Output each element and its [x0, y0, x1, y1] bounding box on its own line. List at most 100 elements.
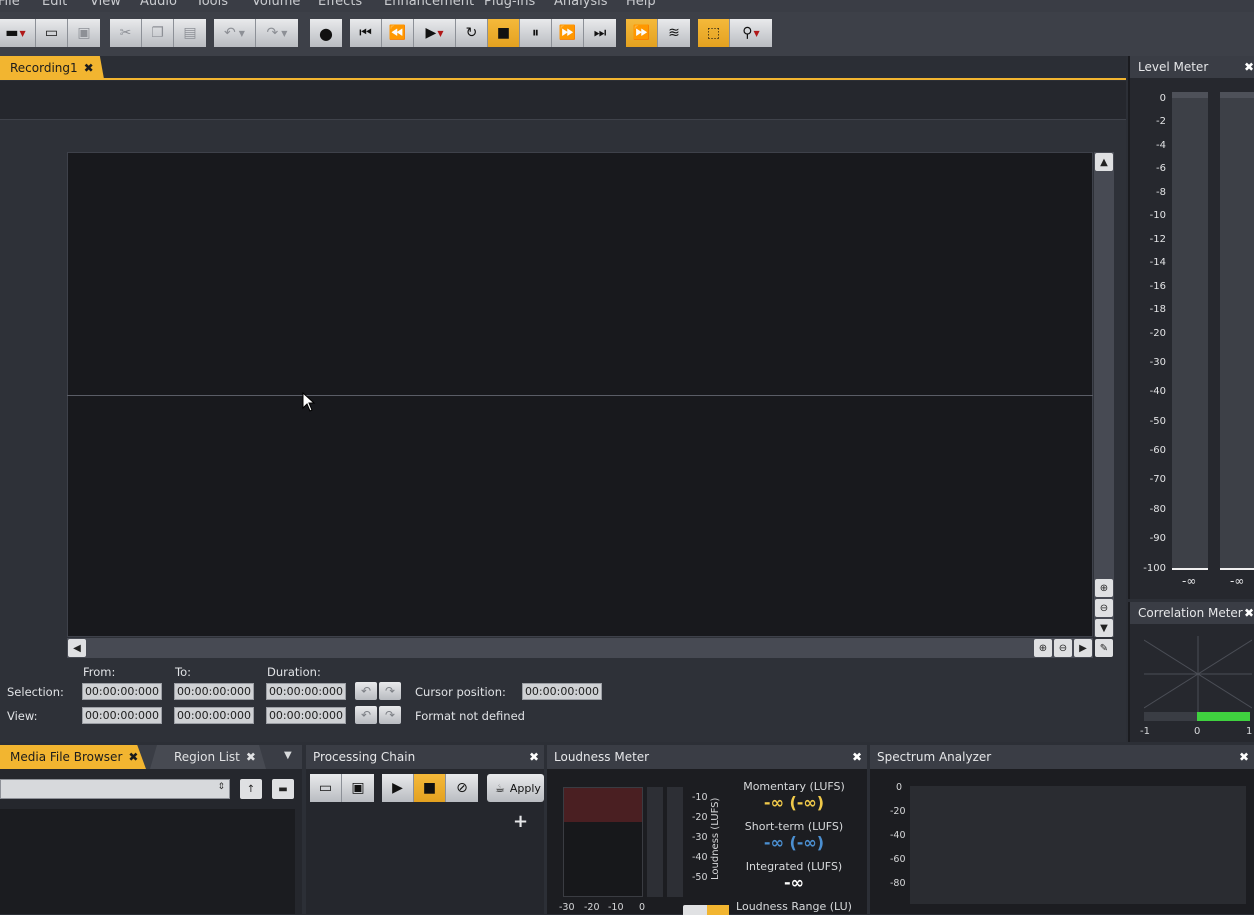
close-icon[interactable]: ✖	[246, 750, 256, 764]
tab-label: Recording1	[10, 60, 78, 75]
browse-folder-button[interactable]: ▬	[272, 779, 294, 799]
selection-redo-button[interactable]: ↷	[379, 682, 401, 700]
close-icon[interactable]: ✖	[529, 750, 539, 764]
close-icon[interactable]: ✖	[128, 750, 138, 764]
menu-tools[interactable]: Tools	[196, 0, 228, 9]
level-tick: -20	[1149, 328, 1166, 339]
stop-button[interactable]: ■	[488, 19, 520, 47]
chain-play-button[interactable]: ▶	[382, 774, 414, 802]
parent-folder-button[interactable]: ↑	[240, 779, 262, 799]
selection-undo-button[interactable]: ↶	[355, 682, 377, 700]
undo-icon: ↶	[360, 684, 372, 698]
open-button[interactable]: ▭	[36, 19, 68, 47]
selection-duration-field[interactable]: 00:00:00:000	[266, 683, 346, 700]
scroll-left-button[interactable]: ◀	[68, 639, 86, 657]
menu-effects[interactable]: Effects	[318, 0, 362, 9]
integrated-value: -∞	[784, 873, 804, 892]
menu-view[interactable]: View	[90, 0, 121, 9]
dropdown-arrow-icon: ▼	[437, 28, 444, 38]
apply-button[interactable]: ☕ Apply	[487, 774, 544, 802]
rewind-button[interactable]: ⏪	[382, 19, 414, 47]
pause-button[interactable]: ⏸	[520, 19, 552, 47]
panel-title: Spectrum Analyzer	[877, 750, 992, 764]
menu-analysis[interactable]: Analysis	[554, 0, 608, 9]
add-effect-icon[interactable]: +	[513, 811, 528, 832]
play-button[interactable]: ▶ ▼	[414, 19, 456, 47]
save-button[interactable]: ▣	[68, 19, 100, 47]
follow-playback-button[interactable]: ⏩	[626, 19, 658, 47]
panel-title: Level Meter	[1138, 60, 1209, 74]
stop-icon: ■	[422, 780, 437, 796]
record-icon: ●	[319, 23, 333, 43]
level-meter-left-channel	[1172, 92, 1208, 570]
zoom-out-vertical-button[interactable]: ⊖	[1095, 599, 1113, 617]
fast-forward-button[interactable]: ⏩	[552, 19, 584, 47]
cut-button[interactable]: ✂	[110, 19, 142, 47]
new-file-button[interactable]: ▬ ▼	[0, 19, 36, 47]
view-redo-button[interactable]: ↷	[379, 706, 401, 724]
selection-to-field[interactable]: 00:00:00:000	[174, 683, 254, 700]
chain-bypass-button[interactable]: ⊘	[446, 774, 478, 802]
zoom-tool-button[interactable]: ⚲ ▼	[730, 19, 772, 47]
new-file-icon: ▬	[5, 25, 19, 41]
chain-stop-button[interactable]: ■	[414, 774, 446, 802]
close-icon[interactable]: ✖	[1239, 750, 1249, 764]
panel-menu-icon[interactable]: ▼	[284, 750, 292, 761]
redo-button[interactable]: ↷ ▼	[256, 19, 298, 47]
undo-button[interactable]: ↶ ▼	[214, 19, 256, 47]
path-combobox[interactable]: ⇕	[0, 779, 230, 799]
view-undo-button[interactable]: ↶	[355, 706, 377, 724]
selection-from-field[interactable]: 00:00:00:000	[82, 683, 162, 700]
menu-audio[interactable]: Audio	[140, 0, 177, 9]
cursor-position-field[interactable]: 00:00:00:000	[522, 683, 602, 700]
zoom-in-vertical-button[interactable]: ⊕	[1095, 579, 1113, 597]
correlation-meter-panel: Correlation Meter ✖ -1 0 1	[1128, 602, 1254, 742]
zoom-out-horizontal-button[interactable]: ⊖	[1054, 639, 1072, 657]
menu-plugins[interactable]: Plug-ins	[484, 0, 535, 9]
tab-recording1[interactable]: Recording1 ✖	[0, 56, 104, 79]
time-ruler	[0, 81, 1126, 120]
scroll-right-button[interactable]: ▶	[1074, 639, 1092, 657]
format-status: Format not defined	[415, 709, 525, 723]
tab-media-file-browser[interactable]: Media File Browser ✖	[0, 745, 146, 769]
horizontal-scrollbar[interactable]: ◀ ⊕ ⊖ ▶	[67, 638, 1093, 658]
scroll-up-button[interactable]: ▲	[1095, 153, 1113, 171]
close-icon[interactable]: ✖	[852, 750, 862, 764]
go-to-end-button[interactable]: ⏭	[584, 19, 616, 47]
waveform-icon: ≋	[668, 25, 680, 41]
momentary-label: Momentary (LUFS)	[743, 780, 845, 793]
close-icon[interactable]: ✖	[1244, 606, 1254, 620]
menu-file[interactable]: File	[0, 0, 20, 9]
record-button[interactable]: ●	[310, 19, 342, 47]
file-list[interactable]	[0, 809, 295, 914]
processing-chain-title: Processing Chain	[306, 745, 544, 769]
scroll-down-button[interactable]: ▼	[1095, 619, 1113, 637]
spectrum-plot-area	[910, 786, 1246, 904]
menu-help[interactable]: Help	[626, 0, 656, 9]
chain-save-button[interactable]: ▣	[342, 774, 374, 802]
paste-button[interactable]: ▤	[174, 19, 206, 47]
menu-enhancement[interactable]: Enhancement	[384, 0, 474, 9]
zoom-in-horizontal-button[interactable]: ⊕	[1034, 639, 1052, 657]
tab-region-list[interactable]: Region List ✖	[150, 745, 266, 769]
loop-button[interactable]: ↻	[456, 19, 488, 47]
file-group: ▬ ▼ ▭ ▣	[0, 19, 100, 47]
close-icon[interactable]: ✖	[1244, 60, 1254, 74]
settings-button[interactable]: ✎	[1095, 639, 1113, 657]
selection-tool-button[interactable]: ⬚	[698, 19, 730, 47]
menu-volume[interactable]: Volume	[252, 0, 300, 9]
copy-button[interactable]: ❐	[142, 19, 174, 47]
chain-open-button[interactable]: ▭	[310, 774, 342, 802]
go-to-start-button[interactable]: ⏮	[350, 19, 382, 47]
view-duration-field[interactable]: 00:00:00:000	[266, 707, 346, 724]
zoom-out-icon: ⊖	[1099, 602, 1109, 614]
corr-scale-mid: 0	[1194, 726, 1201, 737]
waveform-view-button[interactable]: ≋	[658, 19, 690, 47]
view-to-field[interactable]: 00:00:00:000	[174, 707, 254, 724]
vertical-scrollbar[interactable]: ▲ ⊕ ⊖ ▼	[1094, 152, 1114, 637]
view-from-field[interactable]: 00:00:00:000	[82, 707, 162, 724]
menu-edit[interactable]: Edit	[42, 0, 67, 9]
level-tick: -30	[1149, 357, 1166, 368]
processing-chain-panel: Processing Chain ✖ ▭ ▣ ▶ ■ ⊘ ☕ Apply +	[306, 745, 544, 914]
close-icon[interactable]: ✖	[84, 61, 94, 75]
